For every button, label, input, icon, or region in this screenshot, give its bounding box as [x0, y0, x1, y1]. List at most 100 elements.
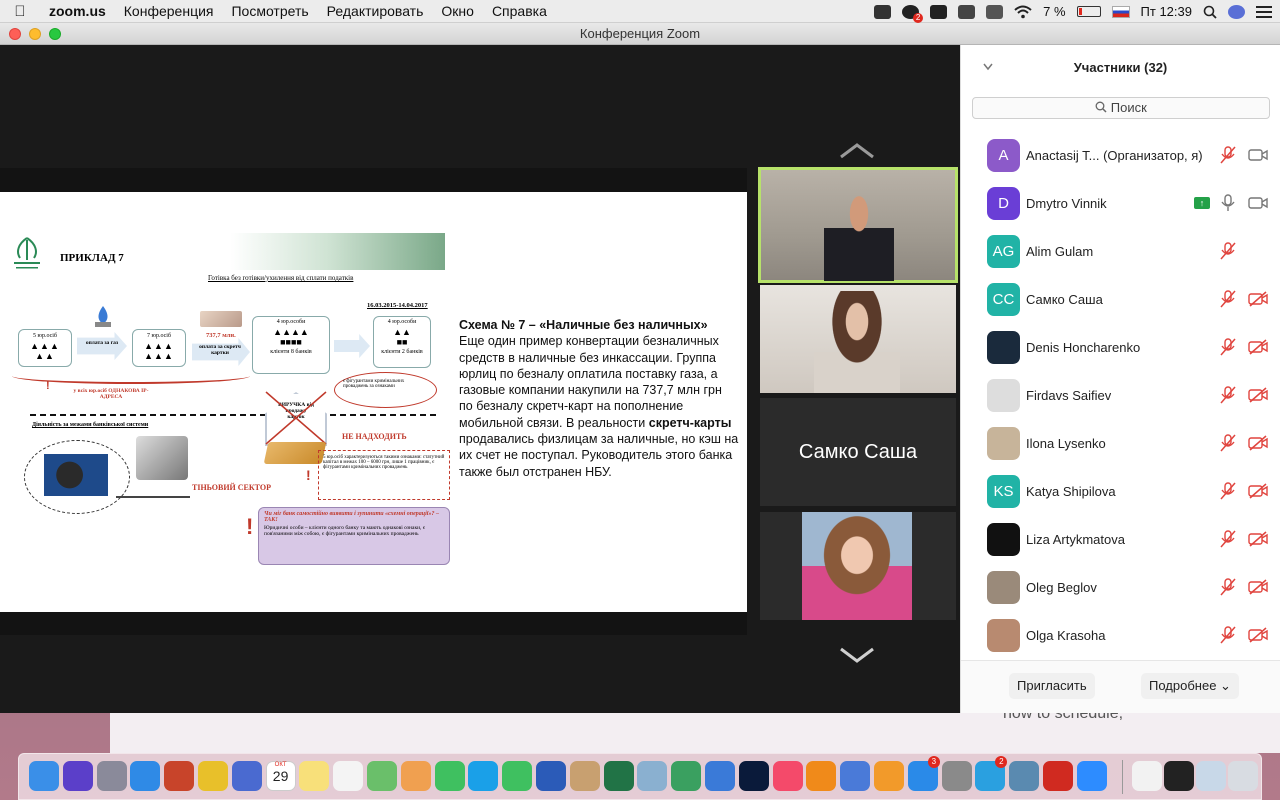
microphone-muted-icon[interactable]	[1219, 241, 1237, 261]
video-tile-2[interactable]	[760, 285, 956, 393]
numbers-icon[interactable]	[671, 761, 702, 791]
xcode-icon[interactable]	[840, 761, 871, 791]
podcasts-icon[interactable]	[231, 761, 262, 791]
participant-avatar	[987, 618, 1020, 652]
acrobat-icon[interactable]	[1043, 761, 1073, 791]
adobe-icon[interactable]	[930, 4, 948, 19]
video-tile-1[interactable]	[758, 167, 958, 283]
notes-icon[interactable]	[299, 761, 330, 791]
input-language-flag-icon[interactable]	[1111, 5, 1130, 18]
camera-off-icon[interactable]	[1248, 387, 1268, 403]
launchpad-icon[interactable]	[96, 761, 127, 791]
microphone-muted-icon[interactable]	[1219, 481, 1237, 501]
microphone-muted-icon[interactable]	[1219, 145, 1237, 165]
scroll-down-chevron-icon[interactable]	[838, 645, 876, 665]
keynote-icon[interactable]	[705, 761, 735, 791]
participant-row[interactable]: D Dmytro Vinnik ↑	[961, 179, 1280, 227]
messages-icon[interactable]	[434, 761, 465, 791]
skype-icon[interactable]	[468, 761, 499, 791]
airplay-icon[interactable]	[958, 4, 976, 19]
menu-item-conference[interactable]: Конференция	[115, 3, 223, 19]
collapse-panel-chevron-icon[interactable]	[983, 63, 993, 71]
microphone-muted-icon[interactable]	[1219, 385, 1237, 405]
participant-row[interactable]: Liza Artykmatova	[961, 515, 1280, 563]
participant-row[interactable]: KS Katya Shipilova	[961, 467, 1280, 515]
video-tile-4[interactable]	[760, 512, 956, 620]
camera-icon[interactable]	[1248, 195, 1268, 211]
menu-item-edit[interactable]: Редактировать	[318, 3, 433, 19]
siri-icon[interactable]	[62, 761, 93, 791]
spotlight-search-icon[interactable]	[1203, 5, 1217, 19]
zoom-status-icon[interactable]	[874, 4, 892, 19]
close-window-button[interactable]	[9, 28, 21, 40]
finder-icon[interactable]	[29, 761, 59, 791]
menu-app-name[interactable]: zoom.us	[40, 3, 115, 19]
files-icon[interactable]	[569, 761, 600, 791]
maps-icon[interactable]	[367, 761, 397, 791]
participant-row[interactable]: A Anactasij T... (Организатор, я)	[961, 131, 1280, 179]
microphone-muted-icon[interactable]	[1219, 289, 1237, 309]
participant-row[interactable]: Firdavs Saifiev	[961, 371, 1280, 419]
microphone-icon[interactable]	[1219, 193, 1237, 213]
document-icon[interactable]	[1132, 761, 1162, 791]
zoom-window-button[interactable]	[49, 28, 61, 40]
music-icon[interactable]	[772, 761, 803, 791]
powerpoint-icon[interactable]	[164, 761, 195, 791]
menu-item-help[interactable]: Справка	[483, 3, 556, 19]
terminal-icon[interactable]	[1164, 761, 1194, 791]
participant-row[interactable]: Ilona Lysenko	[961, 419, 1280, 467]
battery-icon[interactable]	[1076, 6, 1101, 17]
participant-row[interactable]: Oleg Beglov	[961, 563, 1280, 611]
clock[interactable]: Пт 12:39	[1141, 4, 1192, 19]
photos-icon[interactable]	[400, 761, 431, 791]
image-capture-icon[interactable]	[1009, 761, 1040, 791]
facetime-icon[interactable]	[502, 761, 533, 791]
microphone-muted-icon[interactable]	[1219, 625, 1237, 645]
cast-icon[interactable]	[986, 4, 1004, 19]
microphone-muted-icon[interactable]	[1219, 577, 1237, 597]
participant-row[interactable]: Denis Honcharenko	[961, 323, 1280, 371]
chrome-icon[interactable]	[198, 761, 228, 791]
camera-off-icon[interactable]	[1248, 291, 1268, 307]
zoom-icon[interactable]	[1076, 761, 1107, 791]
safari-icon[interactable]	[130, 761, 161, 791]
more-button[interactable]: Подробнее ⌄	[1141, 673, 1239, 699]
excel-icon[interactable]	[603, 761, 634, 791]
menu-item-view[interactable]: Посмотреть	[222, 3, 317, 19]
scroll-up-chevron-icon[interactable]	[838, 141, 876, 161]
microphone-muted-icon[interactable]	[1219, 529, 1237, 549]
participants-search-input[interactable]: Поиск	[972, 97, 1270, 119]
invite-button[interactable]: Пригласить	[1009, 673, 1095, 699]
camera-off-icon[interactable]	[1248, 627, 1268, 643]
menu-item-window[interactable]: Окно	[432, 3, 483, 19]
word-icon[interactable]	[536, 761, 566, 791]
camera-off-icon[interactable]	[1248, 531, 1268, 547]
downloads-icon[interactable]	[1196, 761, 1226, 791]
camera-off-icon[interactable]	[1248, 579, 1268, 595]
camera-off-icon[interactable]	[1248, 339, 1268, 355]
participant-row[interactable]: AG Alim Gulam	[961, 227, 1280, 275]
calendar-icon[interactable]: ОКТ 29	[265, 761, 296, 791]
minimize-window-button[interactable]	[29, 28, 41, 40]
notification-icon[interactable]: 2	[902, 4, 924, 23]
participant-row[interactable]: CC Самко Саша	[961, 275, 1280, 323]
diagram-arrow-shadow	[116, 488, 190, 498]
user-avatar-icon[interactable]	[1228, 4, 1245, 19]
photoshop-icon[interactable]	[738, 761, 769, 791]
microphone-muted-icon[interactable]	[1219, 337, 1237, 357]
wifi-icon[interactable]	[1014, 5, 1032, 19]
participant-row[interactable]: Olga Krasoha	[961, 611, 1280, 659]
books-icon[interactable]	[874, 761, 904, 791]
apple-menu-icon[interactable]: 	[0, 3, 40, 20]
camera-off-icon[interactable]	[1248, 483, 1268, 499]
notification-center-icon[interactable]	[1256, 5, 1272, 18]
microphone-muted-icon[interactable]	[1219, 433, 1237, 453]
reminders-icon[interactable]	[333, 761, 364, 791]
system-preferences-icon[interactable]	[941, 761, 972, 791]
trash-icon[interactable]	[1228, 761, 1258, 791]
video-tile-name-only[interactable]: Самко Саша	[760, 398, 956, 506]
camera-off-icon[interactable]	[1248, 435, 1268, 451]
camera-icon[interactable]	[1248, 147, 1268, 163]
preview-icon[interactable]	[637, 761, 668, 791]
vlc-icon[interactable]	[806, 761, 837, 791]
